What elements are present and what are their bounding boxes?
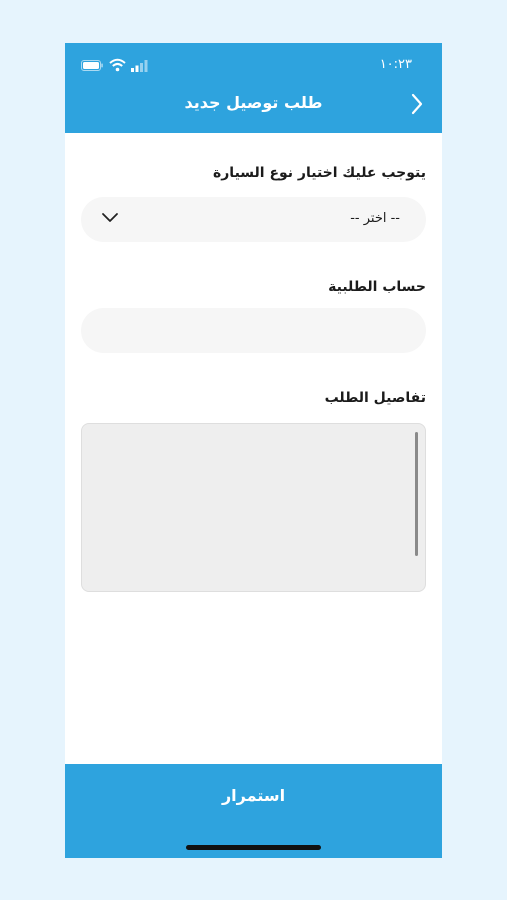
car-type-select[interactable]: -- اختر -- (81, 197, 426, 242)
signal-icon (131, 60, 148, 72)
status-time: ١٠:٢٣ (379, 57, 412, 72)
chevron-down-icon (102, 213, 118, 222)
status-bar: ١٠:٢٣ (65, 43, 442, 87)
header-bar: ١٠:٢٣ طلب توصيل جديد (65, 43, 442, 133)
continue-button[interactable]: استمرار (65, 764, 442, 858)
wifi-icon (109, 58, 126, 72)
car-type-selected-value: -- اختر -- (350, 211, 400, 226)
home-indicator (186, 845, 321, 850)
order-details-textarea[interactable] (81, 423, 426, 592)
car-type-label: يتوجب عليك اختيار نوع السيارة (212, 165, 426, 181)
textarea-scrollbar[interactable] (415, 432, 418, 556)
battery-icon (81, 60, 103, 71)
page-title: طلب توصيل جديد (184, 93, 323, 112)
continue-label: استمرار (221, 786, 286, 805)
order-account-input[interactable] (81, 308, 426, 353)
chevron-right-icon[interactable] (410, 93, 424, 115)
order-details-label: تفاصيل الطلب (324, 390, 426, 406)
app-screen: ١٠:٢٣ طلب توصيل جديد يتوجب عليك اختيار ن… (65, 43, 442, 858)
order-account-label: حساب الطلبية (328, 279, 426, 295)
